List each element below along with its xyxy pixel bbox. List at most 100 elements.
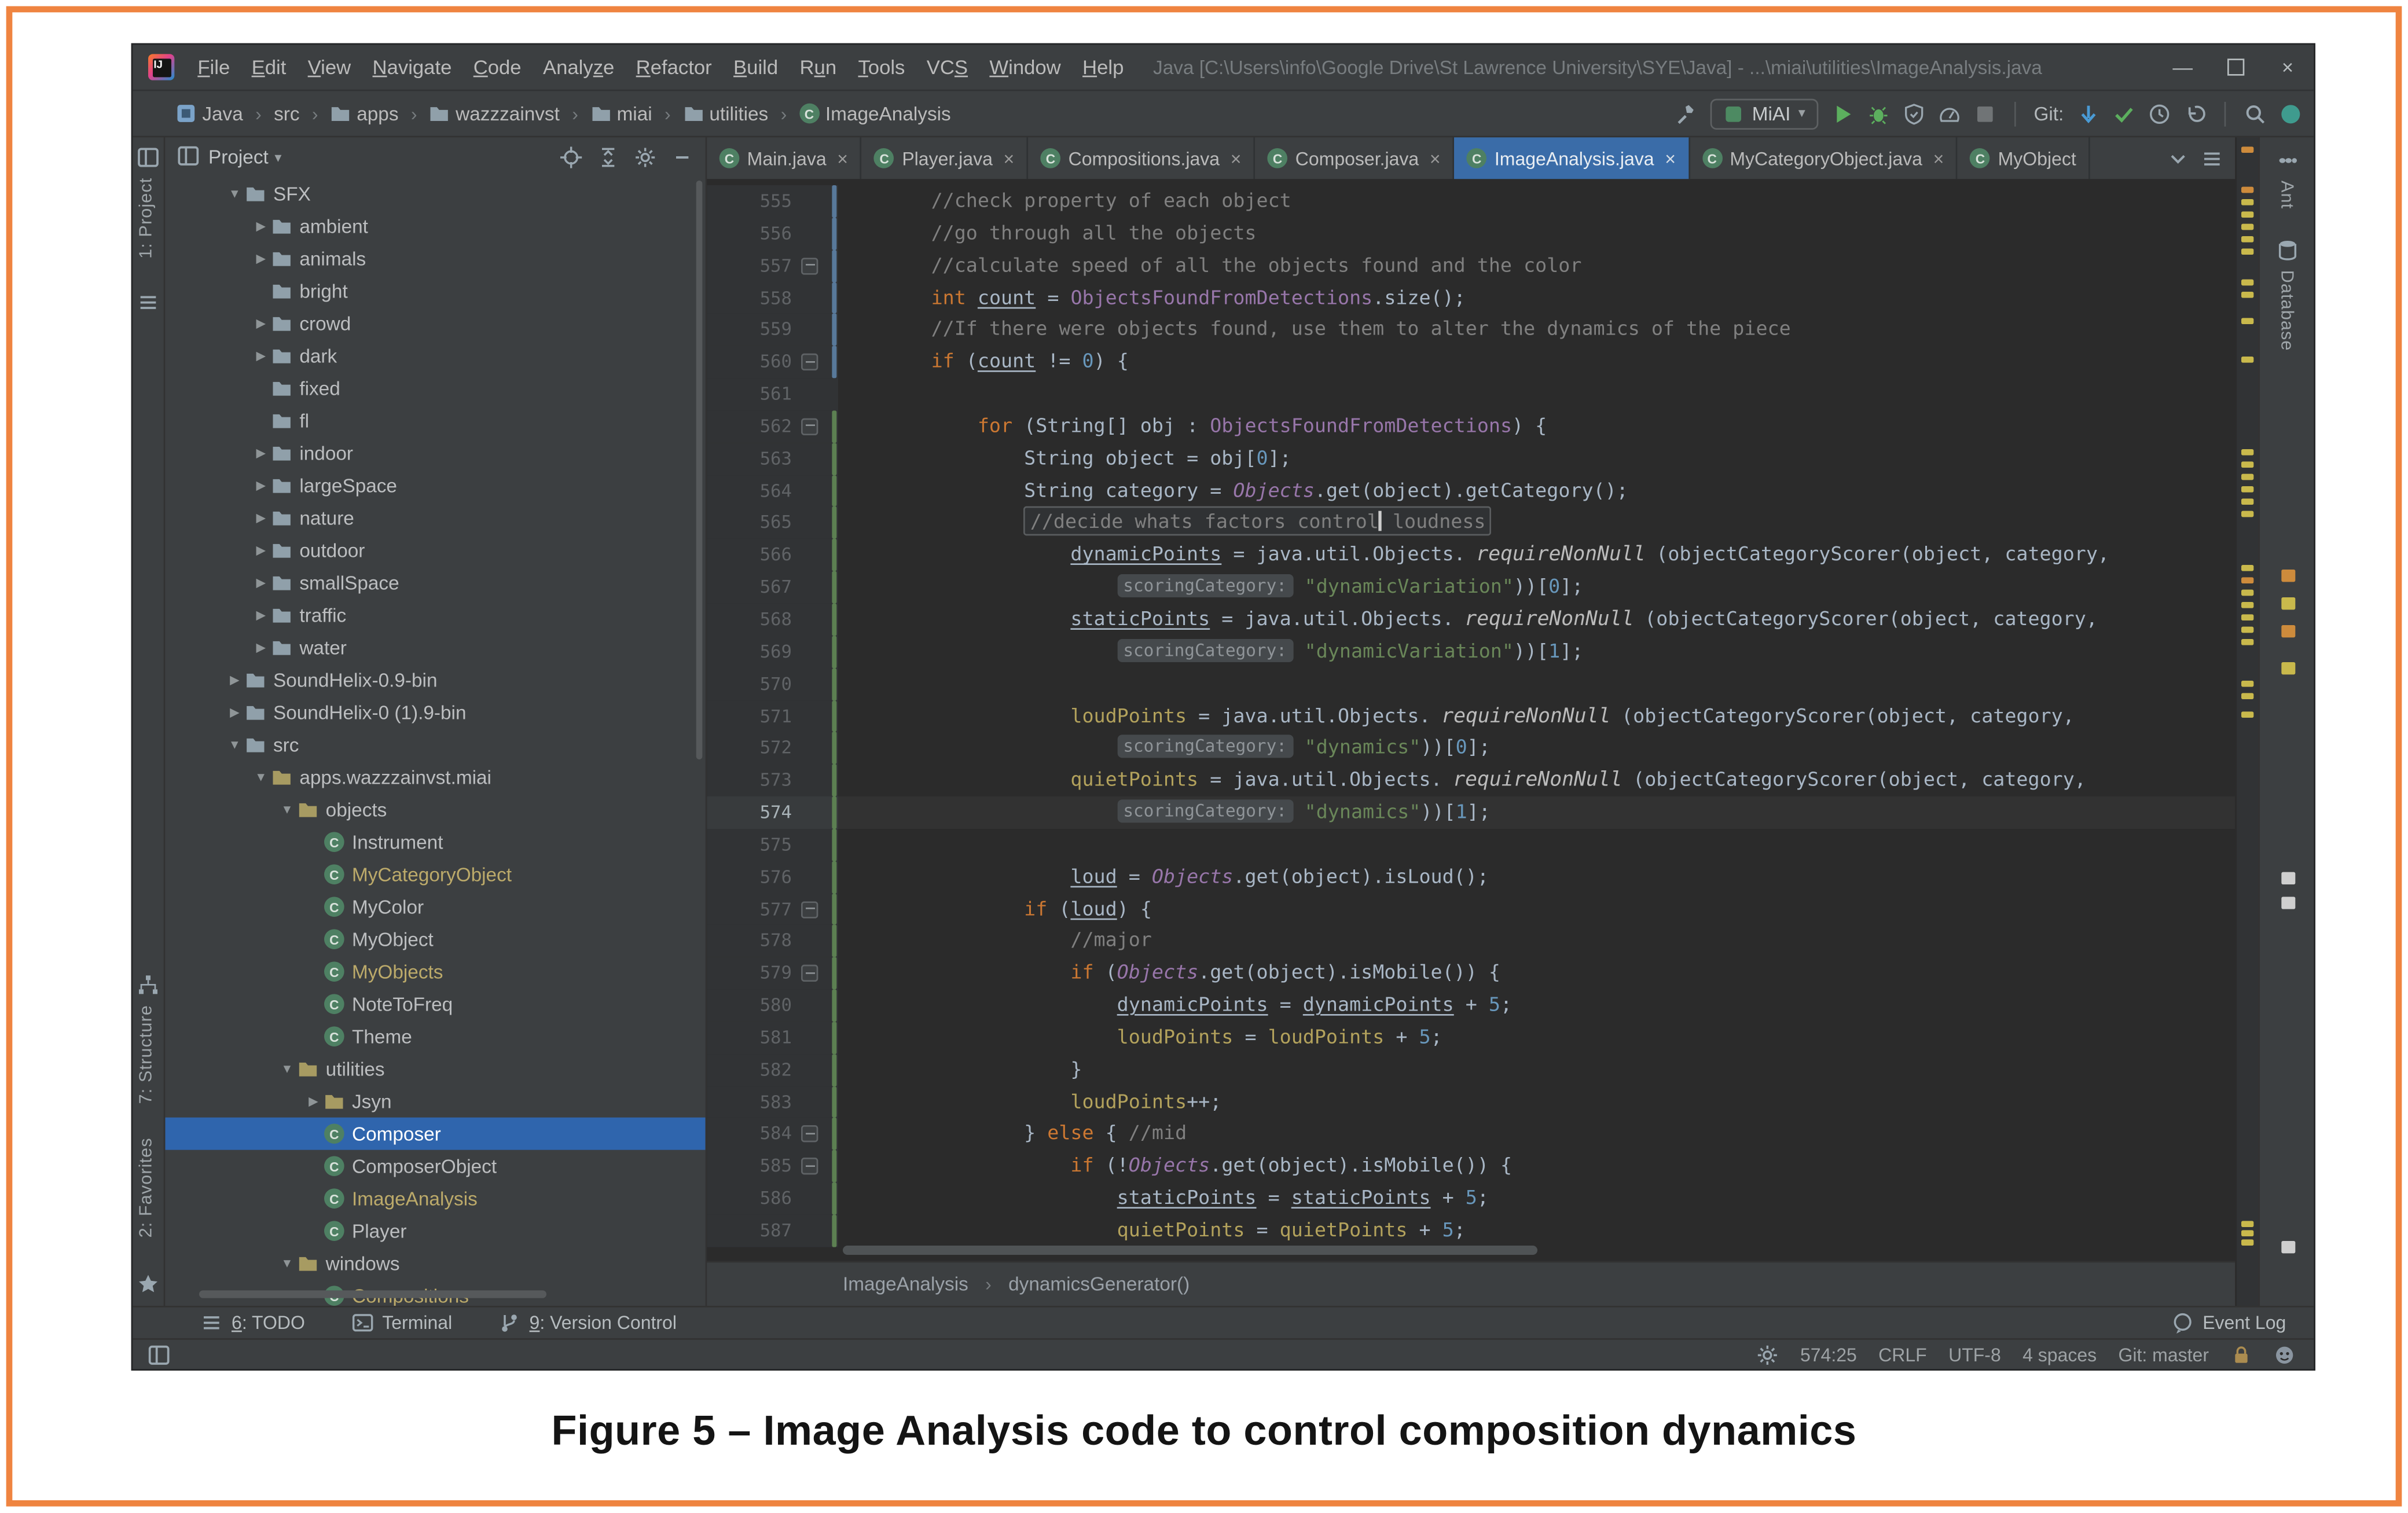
tree-item-bright[interactable]: bright bbox=[165, 275, 705, 307]
close-tab-icon[interactable]: × bbox=[1231, 148, 1242, 169]
stop-button[interactable] bbox=[1973, 102, 1995, 124]
tree-item-player[interactable]: CPlayer bbox=[165, 1215, 705, 1247]
tab-player-java[interactable]: CPlayer.java× bbox=[862, 137, 1028, 179]
menu-view[interactable]: View bbox=[297, 56, 362, 79]
rollback-button[interactable] bbox=[2184, 102, 2205, 124]
editor-horizontal-scrollbar[interactable] bbox=[843, 1246, 1537, 1255]
chevron-collapsed-icon[interactable]: ▶ bbox=[250, 317, 271, 330]
toolwindow-button-structure[interactable]: 7: Structure bbox=[137, 1005, 156, 1104]
tree-item-smallspace[interactable]: ▶smallSpace bbox=[165, 567, 705, 599]
menu-navigate[interactable]: Navigate bbox=[362, 56, 462, 79]
tree-item-largespace[interactable]: ▶largeSpace bbox=[165, 469, 705, 502]
close-tab-icon[interactable]: × bbox=[1430, 148, 1441, 169]
tab-composer-java[interactable]: CComposer.java× bbox=[1255, 137, 1454, 179]
chevron-expanded-icon[interactable]: ▼ bbox=[276, 1257, 298, 1270]
chevron-collapsed-icon[interactable]: ▶ bbox=[303, 1095, 324, 1108]
editor-gutter[interactable]: 584 bbox=[707, 1118, 838, 1151]
tree-item-indoor[interactable]: ▶indoor bbox=[165, 437, 705, 469]
menu-run[interactable]: Run bbox=[789, 56, 847, 79]
tab-mycategoryobject-java[interactable]: CMyCategoryObject.java× bbox=[1690, 137, 1958, 179]
locate-file-button[interactable] bbox=[560, 146, 582, 168]
editor-gutter[interactable]: 568 bbox=[707, 604, 838, 636]
editor-gutter[interactable]: 556 bbox=[707, 218, 838, 250]
breadcrumb-imageanalysis[interactable]: CImageAnalysis bbox=[796, 101, 954, 126]
toolwindow-button-project[interactable]: 1: Project bbox=[137, 178, 156, 259]
chevron-collapsed-icon[interactable]: ▶ bbox=[250, 349, 271, 363]
editor-gutter[interactable]: 581 bbox=[707, 1022, 838, 1054]
editor-gutter[interactable]: 558 bbox=[707, 282, 838, 314]
tree-item-dark[interactable]: ▶dark bbox=[165, 340, 705, 372]
close-tab-icon[interactable]: × bbox=[1004, 148, 1015, 169]
tree-item-windows[interactable]: ▼windows bbox=[165, 1247, 705, 1280]
bottom-button-9-version-control[interactable]: 9: Version Control bbox=[498, 1312, 677, 1334]
local-history-button[interactable] bbox=[2149, 102, 2170, 124]
breadcrumb-src[interactable]: src bbox=[271, 101, 303, 126]
editor-gutter[interactable]: 571 bbox=[707, 700, 838, 732]
profiler-button[interactable] bbox=[1938, 102, 1959, 124]
close-button[interactable]: × bbox=[2262, 45, 2314, 89]
toolwindow-switcher-icon[interactable] bbox=[148, 1345, 170, 1371]
menu-code[interactable]: Code bbox=[462, 56, 532, 79]
breadcrumb-miai[interactable]: miai bbox=[588, 101, 655, 126]
breadcrumb-apps[interactable]: apps bbox=[328, 101, 402, 126]
build-button[interactable] bbox=[1675, 102, 1696, 124]
tree-item-ambient[interactable]: ▶ambient bbox=[165, 210, 705, 243]
view-options-button[interactable] bbox=[634, 146, 656, 168]
fold-marker-icon[interactable] bbox=[801, 418, 818, 435]
editor-gutter[interactable]: 555 bbox=[707, 185, 838, 218]
tree-item-notetofreq[interactable]: CNoteToFreq bbox=[165, 988, 705, 1020]
tree-item-nature[interactable]: ▶nature bbox=[165, 502, 705, 534]
chevron-collapsed-icon[interactable]: ▶ bbox=[250, 219, 271, 233]
project-vertical-scrollbar[interactable] bbox=[696, 181, 703, 759]
chevron-collapsed-icon[interactable]: ▶ bbox=[250, 608, 271, 622]
menu-window[interactable]: Window bbox=[979, 56, 1072, 79]
toolwindow-button-favorites[interactable]: 2: Favorites bbox=[137, 1137, 156, 1237]
fold-marker-icon[interactable] bbox=[801, 258, 818, 274]
editor-gutter[interactable]: 567 bbox=[707, 571, 838, 604]
tree-item-theme[interactable]: CTheme bbox=[165, 1020, 705, 1053]
run-with-coverage-button[interactable] bbox=[1903, 102, 1924, 124]
menu-tools[interactable]: Tools bbox=[847, 56, 916, 79]
background-tasks-button[interactable] bbox=[1757, 1343, 1778, 1365]
chevron-collapsed-icon[interactable]: ▶ bbox=[250, 446, 271, 460]
tree-item-soundhelix-0-1-9-bin[interactable]: ▶SoundHelix-0 (1).9-bin bbox=[165, 696, 705, 729]
minimize-button[interactable]: — bbox=[2156, 45, 2209, 89]
maximize-button[interactable] bbox=[2209, 45, 2262, 89]
editor-gutter[interactable]: 557 bbox=[707, 249, 838, 282]
editor-gutter[interactable]: 586 bbox=[707, 1183, 838, 1215]
breadcrumb-utilities[interactable]: utilities bbox=[680, 101, 772, 126]
editor-gutter[interactable]: 585 bbox=[707, 1151, 838, 1183]
menu-analyze[interactable]: Analyze bbox=[532, 56, 625, 79]
chevron-collapsed-icon[interactable]: ▶ bbox=[224, 706, 245, 719]
chevron-collapsed-icon[interactable]: ▶ bbox=[250, 511, 271, 525]
project-horizontal-scrollbar[interactable] bbox=[199, 1290, 546, 1298]
editor-gutter[interactable]: 563 bbox=[707, 443, 838, 475]
chevron-collapsed-icon[interactable]: ▶ bbox=[250, 576, 271, 590]
tree-item-fl[interactable]: fl bbox=[165, 405, 705, 437]
editor-gutter[interactable]: 566 bbox=[707, 539, 838, 571]
fold-marker-icon[interactable] bbox=[801, 354, 818, 370]
update-project-button[interactable] bbox=[2077, 102, 2099, 124]
fold-marker-icon[interactable] bbox=[801, 901, 818, 917]
chevron-collapsed-icon[interactable]: ▶ bbox=[250, 543, 271, 557]
editor-gutter[interactable]: 575 bbox=[707, 829, 838, 861]
editor-gutter[interactable]: 569 bbox=[707, 636, 838, 668]
editor-gutter[interactable]: 560 bbox=[707, 346, 838, 379]
tree-item-instrument[interactable]: CInstrument bbox=[165, 826, 705, 858]
commit-button[interactable] bbox=[2113, 102, 2135, 124]
search-everywhere-button[interactable] bbox=[2244, 102, 2266, 124]
editor-gutter[interactable]: 583 bbox=[707, 1086, 838, 1118]
tree-item-crowd[interactable]: ▶crowd bbox=[165, 307, 705, 340]
close-tab-icon[interactable]: × bbox=[1933, 148, 1944, 169]
close-tab-icon[interactable]: × bbox=[837, 148, 848, 169]
tree-item-animals[interactable]: ▶animals bbox=[165, 243, 705, 275]
tree-item-imageanalysis[interactable]: CImageAnalysis bbox=[165, 1183, 705, 1215]
fold-marker-icon[interactable] bbox=[801, 1158, 818, 1175]
tree-item-composerobject[interactable]: CComposerObject bbox=[165, 1150, 705, 1183]
tree-item-fixed[interactable]: fixed bbox=[165, 372, 705, 405]
editor-gutter[interactable]: 577 bbox=[707, 893, 838, 926]
file-encoding[interactable]: UTF-8 bbox=[1948, 1343, 2001, 1365]
fold-marker-icon[interactable] bbox=[801, 1126, 818, 1143]
breadcrumb-java[interactable]: Java bbox=[173, 101, 246, 126]
chevron-collapsed-icon[interactable]: ▶ bbox=[250, 479, 271, 493]
